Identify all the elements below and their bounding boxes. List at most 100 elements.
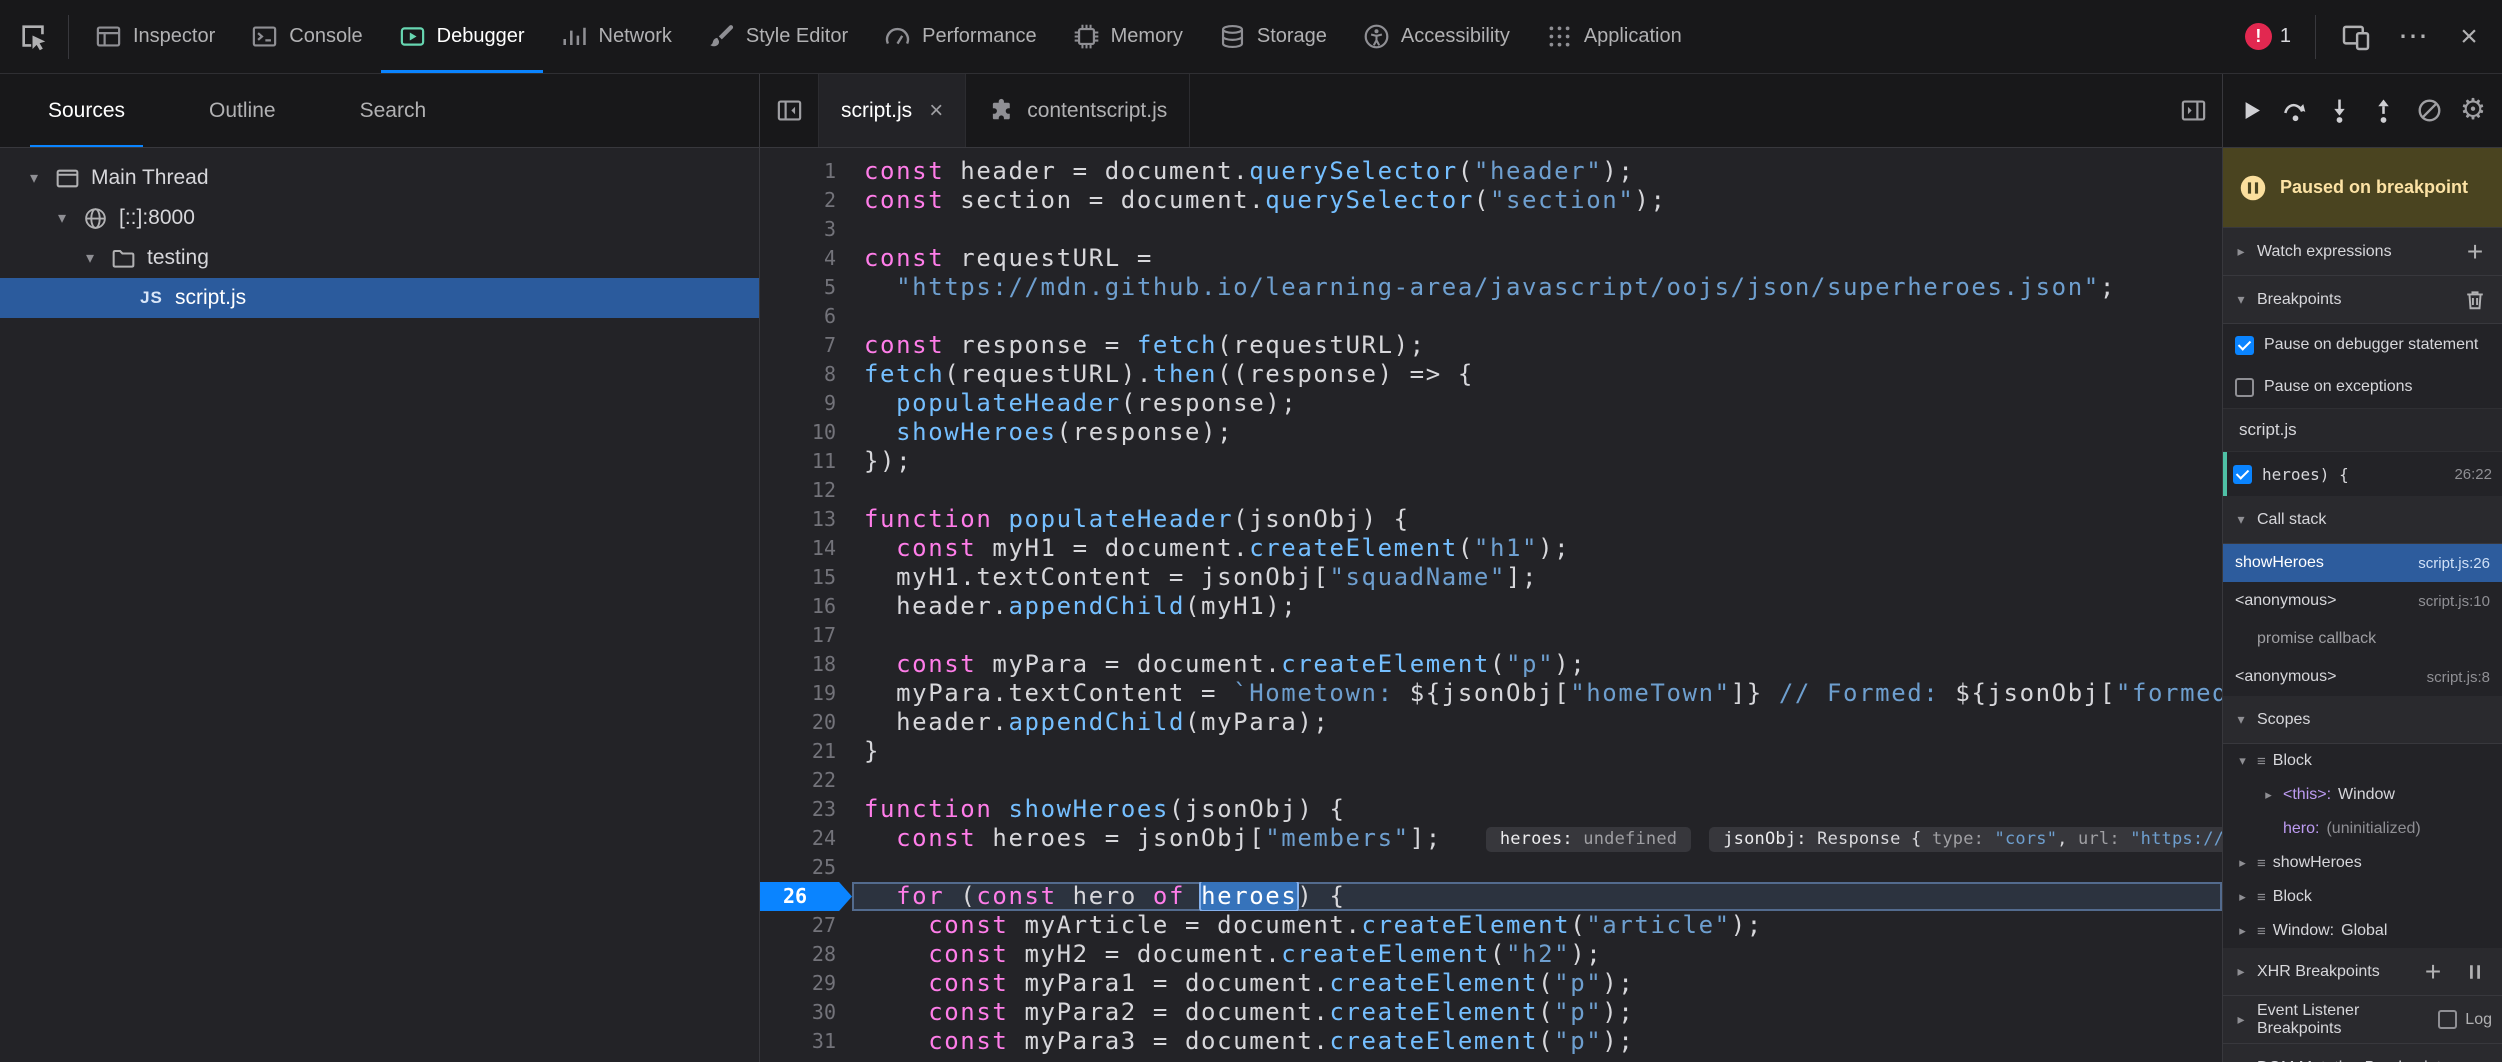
meatball-menu-button[interactable]: ⋯ (2388, 7, 2438, 67)
line-number[interactable]: 19 (760, 679, 852, 708)
close-tab-icon[interactable]: × (929, 99, 943, 123)
source-tree-item-main-thread[interactable]: ▾Main Thread (0, 158, 759, 198)
line-number[interactable]: 18 (760, 650, 852, 679)
source-editor[interactable]: 1const header = document.querySelector("… (760, 148, 2222, 1062)
step-out-button[interactable] (2362, 83, 2404, 139)
line-number[interactable]: 24 (760, 824, 852, 853)
line-number[interactable]: 1 (760, 157, 852, 186)
line-number[interactable]: 28 (760, 940, 852, 969)
line-number[interactable]: 3 (760, 215, 852, 244)
call-stack-header[interactable]: ▾ Call stack (2223, 496, 2502, 544)
xhr-breakpoints-header[interactable]: ▸ XHR Breakpoints + (2223, 948, 2502, 996)
line-number[interactable]: 12 (760, 476, 852, 505)
sources-tab-sources[interactable]: Sources (6, 74, 167, 147)
line-number[interactable]: 29 (760, 969, 852, 998)
tab-memory[interactable]: Memory (1055, 0, 1201, 73)
checkbox-unchecked-icon[interactable] (2235, 378, 2254, 397)
call-stack-frame[interactable]: <anonymous>script.js:8 (2223, 658, 2502, 696)
line-number[interactable]: 7 (760, 331, 852, 360)
chevron-down-icon[interactable]: ▾ (24, 168, 44, 188)
step-over-button[interactable] (2275, 83, 2317, 139)
inline-variable-preview[interactable]: jsonObj: Response { type: "cors", url: "… (1709, 827, 2222, 852)
line-number[interactable]: 21 (760, 737, 852, 766)
add-watch-expression-button[interactable]: + (2458, 233, 2492, 271)
chevron-down-icon[interactable]: ▾ (52, 208, 72, 228)
event-listener-breakpoints-header[interactable]: ▸ Event Listener Breakpoints Log (2223, 996, 2502, 1044)
breakpoint-source-header[interactable]: script.js (2223, 408, 2502, 452)
line-number[interactable]: 11 (760, 447, 852, 476)
scope-row[interactable]: ▸≡showHeroes (2223, 846, 2502, 880)
tab-performance[interactable]: Performance (866, 0, 1055, 73)
deactivate-breakpoints-button[interactable] (2408, 83, 2450, 139)
chevron-right-icon[interactable]: ▸ (2235, 855, 2250, 871)
add-xhr-breakpoint-button[interactable]: + (2416, 953, 2450, 991)
tab-debugger[interactable]: Debugger (381, 0, 543, 73)
scopes-header[interactable]: ▾ Scopes (2223, 696, 2502, 744)
source-tree-item-host-8000[interactable]: ▾[::]:8000 (0, 198, 759, 238)
resume-button[interactable] (2231, 83, 2273, 139)
breakpoint-option[interactable]: Pause on exceptions (2223, 366, 2502, 408)
call-stack-frame[interactable]: promise callback (2223, 620, 2502, 658)
source-tab-script-js[interactable]: script.js× (818, 74, 966, 147)
checkbox-checked-icon[interactable] (2233, 465, 2252, 484)
breakpoint-option[interactable]: Pause on debugger statement (2223, 324, 2502, 366)
tab-style-editor[interactable]: Style Editor (690, 0, 866, 73)
call-stack-frame[interactable]: showHeroesscript.js:26 (2223, 544, 2502, 582)
line-number[interactable]: 6 (760, 302, 852, 331)
line-number[interactable]: 27 (760, 911, 852, 940)
line-number[interactable]: 16 (760, 592, 852, 621)
responsive-design-mode-button[interactable] (2330, 7, 2382, 67)
scope-row[interactable]: hero:(uninitialized) (2223, 812, 2502, 846)
expand-panes-button[interactable] (2164, 74, 2222, 147)
chevron-down-icon[interactable]: ▾ (2235, 753, 2250, 769)
chevron-right-icon[interactable]: ▸ (2235, 889, 2250, 905)
paused-line-marker[interactable]: 26 (760, 882, 852, 911)
pause-on-any-url-button[interactable] (2458, 953, 2492, 991)
log-checkbox[interactable] (2438, 1010, 2457, 1029)
chevron-right-icon[interactable]: ▸ (2261, 787, 2276, 803)
source-tab-contentscript-js[interactable]: contentscript.js (966, 74, 1190, 147)
line-number[interactable]: 8 (760, 360, 852, 389)
source-tree-item-folder-testing[interactable]: ▾testing (0, 238, 759, 278)
line-number[interactable]: 17 (760, 621, 852, 650)
tab-console[interactable]: Console (233, 0, 380, 73)
line-number[interactable]: 15 (760, 563, 852, 592)
dom-mutation-breakpoints-header[interactable]: ▸ DOM Mutation Breakpoints (2223, 1044, 2502, 1062)
tab-accessibility[interactable]: Accessibility (1345, 0, 1528, 73)
step-in-button[interactable] (2319, 83, 2361, 139)
source-tree-item-file-script-js[interactable]: JSscript.js (0, 278, 759, 318)
tab-inspector[interactable]: Inspector (77, 0, 233, 73)
line-number[interactable]: 30 (760, 998, 852, 1027)
breakpoint-item[interactable]: heroes) {26:22 (2223, 452, 2502, 496)
call-stack-frame[interactable]: <anonymous>script.js:10 (2223, 582, 2502, 620)
line-number[interactable]: 13 (760, 505, 852, 534)
inline-variable-preview[interactable]: heroes: undefined (1486, 827, 1691, 852)
chevron-down-icon[interactable]: ▾ (80, 248, 100, 268)
remove-breakpoints-button[interactable] (2458, 281, 2492, 319)
scope-row[interactable]: ▾≡Block (2223, 744, 2502, 778)
scope-row[interactable]: ▸<this>:Window (2223, 778, 2502, 812)
sources-tab-outline[interactable]: Outline (167, 74, 318, 147)
line-number[interactable]: 10 (760, 418, 852, 447)
tab-storage[interactable]: Storage (1201, 0, 1345, 73)
toggle-sources-pane-button[interactable] (760, 74, 818, 147)
line-number[interactable]: 25 (760, 853, 852, 882)
checkbox-checked-icon[interactable] (2235, 336, 2254, 355)
breakpoints-header[interactable]: ▾ Breakpoints (2223, 276, 2502, 324)
line-number[interactable]: 4 (760, 244, 852, 273)
tab-application[interactable]: Application (1528, 0, 1700, 73)
line-number[interactable]: 14 (760, 534, 852, 563)
line-number[interactable]: 5 (760, 273, 852, 302)
error-count-badge[interactable]: ! 1 (2235, 23, 2301, 50)
watch-expressions-header[interactable]: ▸ Watch expressions + (2223, 228, 2502, 276)
line-number[interactable]: 22 (760, 766, 852, 795)
tab-network[interactable]: Network (543, 0, 690, 73)
line-number[interactable]: 9 (760, 389, 852, 418)
chevron-right-icon[interactable]: ▸ (2235, 923, 2250, 939)
pick-element-button[interactable] (8, 7, 60, 67)
line-number[interactable]: 20 (760, 708, 852, 737)
line-number[interactable]: 23 (760, 795, 852, 824)
scope-row[interactable]: ▸≡Window:Global (2223, 914, 2502, 948)
sources-tab-search[interactable]: Search (318, 74, 469, 147)
settings-button[interactable]: ⚙ (2452, 83, 2494, 139)
